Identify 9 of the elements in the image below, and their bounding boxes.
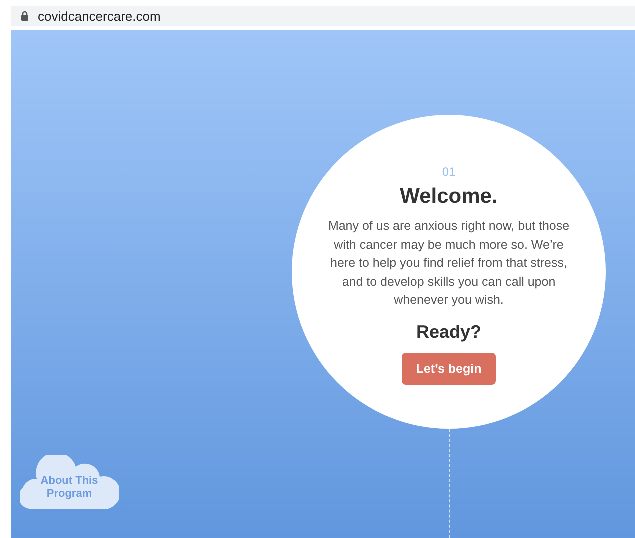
welcome-title: Welcome. (400, 185, 498, 209)
about-cloud-button[interactable]: About This Program (20, 455, 119, 509)
ready-prompt: Ready? (416, 322, 482, 342)
url-text: covidcancercare.com (38, 8, 161, 24)
step-number: 01 (442, 165, 456, 179)
address-bar[interactable]: covidcancercare.com (11, 6, 635, 26)
welcome-text: Many of us are anxious right now, but those with cancer may be much more so. We’re here to help you find relief from that stress, and to develop skills you can call upon whenever you wish. (327, 218, 571, 309)
lock-icon (21, 11, 29, 21)
begin-button[interactable]: Let’s begin (402, 352, 496, 384)
